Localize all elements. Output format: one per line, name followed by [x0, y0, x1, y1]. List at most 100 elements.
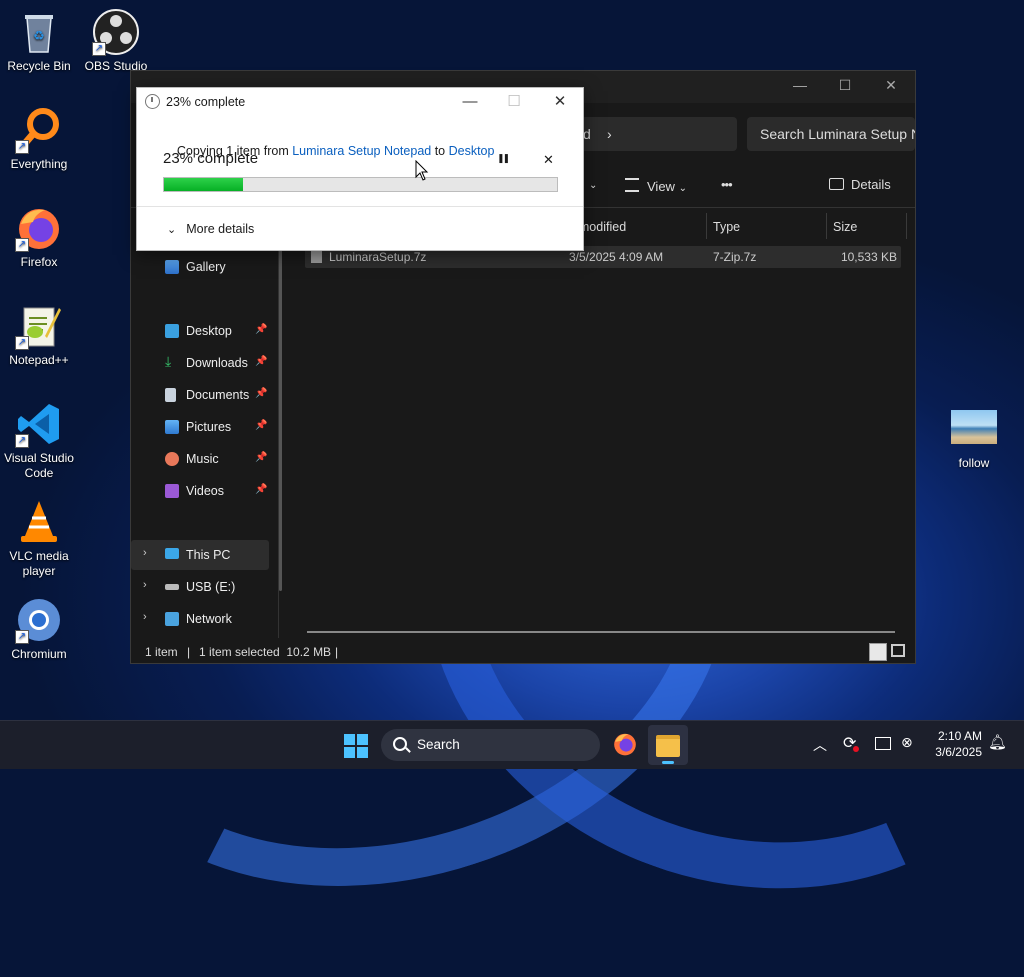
desktop-icon-recycle-bin[interactable]: ♻ Recycle Bin [0, 8, 78, 74]
nav-item-videos[interactable]: Videos 📌 [131, 476, 269, 506]
nav-item-label: Documents [186, 388, 250, 402]
desktop-icon-firefox[interactable]: ↗ Firefox [0, 204, 78, 270]
column-divider[interactable] [906, 213, 907, 239]
dialog-maximize-button[interactable]: ☐ [494, 90, 534, 114]
notification-bell-icon[interactable]: 🔔︎ [988, 733, 1007, 751]
nav-item-this-pc[interactable]: › This PC [131, 540, 269, 570]
chevron-down-icon: ⌄ [678, 183, 687, 194]
nav-item-label: Music [186, 452, 219, 466]
vscode-icon: ↗ [15, 400, 63, 448]
explorer-maximize-button[interactable]: ☐ [830, 77, 860, 94]
nav-item-gallery[interactable]: Gallery [131, 252, 269, 282]
svg-text:♻: ♻ [33, 29, 45, 44]
chevron-right-icon[interactable]: › [143, 611, 147, 623]
search-icon-handle [405, 747, 411, 753]
document-icon [165, 388, 176, 402]
nav-item-usb[interactable]: › USB (E:) [131, 572, 269, 602]
nav-item-label: Videos [186, 484, 224, 498]
shortcut-arrow-icon: ↗ [15, 434, 29, 448]
more-options-button[interactable]: ••• [721, 177, 733, 192]
column-header-type[interactable]: Type [713, 220, 740, 234]
pin-icon[interactable]: 📌 [255, 452, 267, 463]
nav-item-label: This PC [186, 548, 231, 562]
search-box[interactable]: Search Luminara Setup N [747, 117, 915, 151]
volume-muted-icon[interactable]: ⊗ [901, 734, 913, 751]
folder-icon [656, 735, 680, 757]
pin-icon[interactable]: 📌 [255, 388, 267, 399]
chevron-down-icon[interactable]: ⌄ [589, 180, 597, 191]
nav-scrollbar[interactable] [279, 221, 282, 591]
desktop-icon-vscode[interactable]: ↗ Visual Studio Code [0, 400, 78, 481]
desktop-icon-everything[interactable]: ↗ Everything [0, 106, 78, 172]
firefox-icon [614, 733, 636, 756]
column-divider[interactable] [826, 213, 827, 239]
address-segment[interactable]: d [583, 117, 591, 151]
desktop-icon-label: follow [958, 456, 990, 470]
taskbar: Search ︿ ⟳ ⊗ 2:10 AM 3/6/2025 🔔︎ [0, 720, 1024, 769]
source-link[interactable]: Luminara Setup Notepad [292, 144, 431, 158]
column-divider[interactable] [706, 213, 707, 239]
start-button[interactable] [344, 734, 368, 758]
dialog-minimize-button[interactable]: — [450, 90, 490, 114]
more-details-label: More details [186, 222, 255, 236]
shortcut-arrow-icon: ↗ [92, 42, 106, 56]
horizontal-scrollbar[interactable] [307, 631, 895, 633]
pin-icon[interactable]: 📌 [255, 356, 267, 367]
nav-item-music[interactable]: Music 📌 [131, 444, 269, 474]
desktop-folder-icon [165, 324, 179, 338]
explorer-minimize-button[interactable]: — [785, 77, 815, 93]
nav-item-label: Downloads [186, 356, 248, 370]
cancel-button[interactable]: ✕ [543, 152, 554, 168]
file-type: 7-Zip.7z [713, 250, 757, 264]
nav-item-downloads[interactable]: ⤓ Downloads 📌 [131, 348, 269, 378]
active-indicator [662, 761, 674, 764]
chevron-down-icon: ⌄ [167, 224, 177, 236]
everything-icon: ↗ [15, 106, 63, 154]
taskbar-file-explorer[interactable] [648, 725, 688, 765]
details-view-icon[interactable] [869, 643, 887, 661]
mouse-cursor-icon [415, 160, 429, 181]
network-display-icon[interactable] [875, 737, 891, 750]
desktop-icon-label: Visual Studio Code [4, 451, 74, 480]
clock[interactable]: 2:10 AM 3/6/2025 [922, 729, 982, 759]
address-bar[interactable]: d › [581, 117, 737, 151]
desktop-icon-label: Firefox [20, 255, 58, 269]
nav-item-documents[interactable]: Documents 📌 [131, 380, 269, 410]
details-pane-button[interactable]: Details [829, 177, 891, 192]
chevron-right-icon[interactable]: › [143, 547, 147, 559]
dialog-close-button[interactable]: ✕ [540, 90, 580, 114]
destination-link[interactable]: Desktop [449, 144, 495, 158]
desktop-icon-obs[interactable]: ↗ OBS Studio [77, 8, 155, 74]
file-list: te modified Type Size LuminaraSetup.7z 3… [291, 208, 915, 638]
desktop-icon-vlc[interactable]: VLC media player [0, 498, 78, 579]
taskbar-firefox[interactable] [612, 731, 638, 757]
nav-item-network[interactable]: › Network [131, 604, 269, 634]
chevron-right-icon[interactable]: › [143, 579, 147, 591]
desktop-icon-notepadpp[interactable]: ↗ Notepad++ [0, 302, 78, 368]
tiles-view-icon[interactable] [891, 644, 905, 657]
shortcut-arrow-icon: ↗ [15, 140, 29, 154]
obs-icon: ↗ [92, 8, 140, 56]
nav-item-pictures[interactable]: Pictures 📌 [131, 412, 269, 442]
more-details-toggle[interactable]: ⌄ More details [167, 222, 254, 236]
firefox-icon: ↗ [15, 204, 63, 252]
tray-overflow-chevron-icon[interactable]: ︿ [813, 735, 827, 755]
nav-item-desktop[interactable]: Desktop 📌 [131, 316, 269, 346]
pin-icon[interactable]: 📌 [255, 324, 267, 335]
view-button[interactable]: View ⌄ [625, 177, 687, 194]
vlc-icon [15, 498, 63, 546]
pin-icon[interactable]: 📌 [255, 484, 267, 495]
desktop-icon-follow[interactable]: follow [935, 408, 1013, 471]
pin-icon[interactable]: 📌 [255, 420, 267, 431]
pause-button[interactable]: ❚❚ [497, 153, 510, 164]
dialog-title-bar[interactable]: 23% complete — ☐ ✕ [137, 88, 583, 116]
desktop-icon-chromium[interactable]: ↗ Chromium [0, 596, 78, 662]
copy-progress-bar [163, 177, 558, 192]
column-header-size[interactable]: Size [833, 220, 857, 234]
taskbar-search[interactable]: Search [381, 729, 600, 761]
address-chevron-icon[interactable]: › [607, 117, 612, 151]
progress-text: 23% complete [163, 150, 259, 167]
explorer-close-button[interactable]: ✕ [876, 77, 906, 94]
nav-item-label: Desktop [186, 324, 232, 338]
copy-progress-dialog[interactable]: 23% complete — ☐ ✕ Copying 1 item from L… [136, 87, 584, 251]
